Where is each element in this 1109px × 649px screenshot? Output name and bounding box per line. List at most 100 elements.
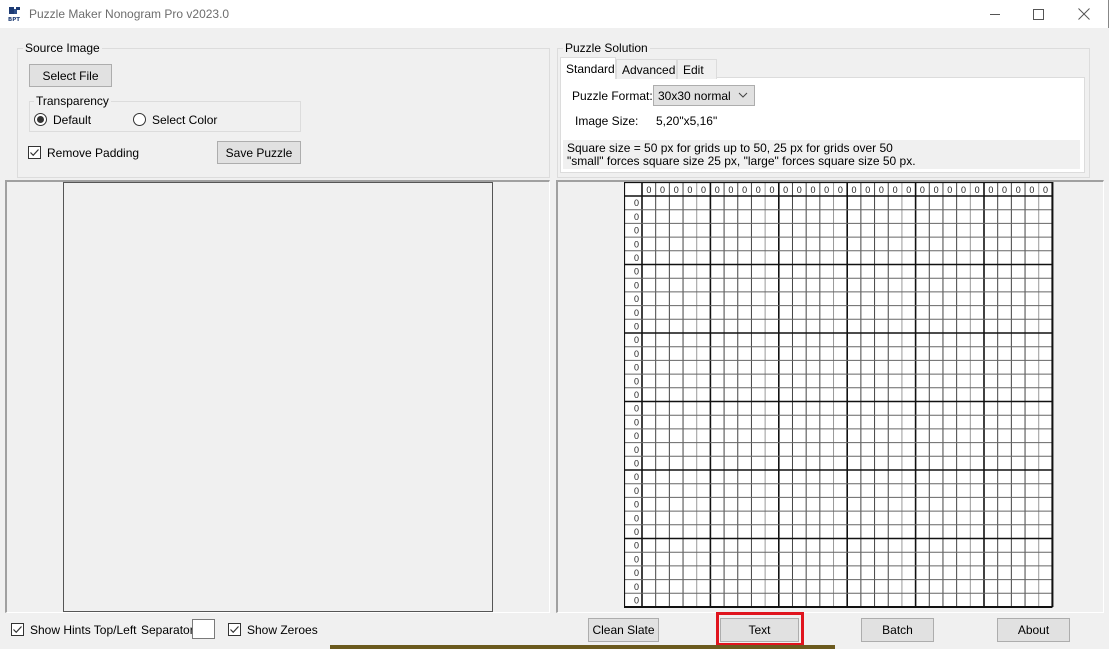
grid-cell[interactable]	[860, 319, 875, 333]
grid-cell[interactable]	[847, 428, 861, 443]
grid-cell[interactable]	[956, 305, 971, 320]
grid-cell[interactable]	[778, 387, 793, 402]
grid-cell[interactable]	[874, 415, 889, 429]
grid-cell[interactable]	[751, 401, 766, 416]
grid-cell[interactable]	[710, 524, 725, 539]
grid-cell[interactable]	[860, 593, 875, 607]
grid-cell[interactable]	[984, 346, 998, 361]
grid-cell[interactable]	[942, 209, 957, 224]
grid-cell[interactable]	[901, 196, 916, 210]
grid-cell[interactable]	[929, 470, 943, 484]
grid-cell[interactable]	[847, 387, 861, 402]
grid-cell[interactable]	[997, 387, 1012, 402]
grid-cell[interactable]	[819, 264, 834, 279]
grid-cell[interactable]	[710, 593, 725, 607]
grid-cell[interactable]	[1038, 209, 1053, 224]
grid-cell[interactable]	[778, 593, 793, 607]
grid-cell[interactable]	[696, 278, 711, 292]
grid-cell[interactable]	[1011, 387, 1026, 402]
grid-cell[interactable]	[984, 415, 998, 429]
grid-cell[interactable]	[765, 237, 779, 251]
grid-cell[interactable]	[997, 196, 1012, 210]
grid-cell[interactable]	[1025, 470, 1039, 484]
grid-cell[interactable]	[901, 593, 916, 607]
grid-cell[interactable]	[669, 579, 684, 594]
grid-cell[interactable]	[642, 415, 656, 429]
grid-cell[interactable]	[833, 552, 848, 566]
grid-cell[interactable]	[984, 333, 998, 347]
grid-cell[interactable]	[696, 387, 711, 402]
grid-cell[interactable]	[710, 291, 725, 306]
grid-cell[interactable]	[915, 497, 930, 512]
grid-cell[interactable]	[860, 470, 875, 484]
grid-cell[interactable]	[956, 415, 971, 429]
grid-cell[interactable]	[655, 387, 670, 402]
grid-cell[interactable]	[970, 401, 984, 416]
grid-cell[interactable]	[847, 593, 861, 607]
grid-cell[interactable]	[819, 333, 834, 347]
grid-cell[interactable]	[819, 470, 834, 484]
grid-cell[interactable]	[1011, 456, 1026, 470]
grid-cell[interactable]	[942, 387, 957, 402]
grid-cell[interactable]	[642, 209, 656, 224]
grid-cell[interactable]	[642, 264, 656, 279]
grid-cell[interactable]	[669, 552, 684, 566]
grid-cell[interactable]	[929, 538, 943, 553]
grid-cell[interactable]	[642, 524, 656, 539]
grid-cell[interactable]	[1025, 456, 1039, 470]
grid-cell[interactable]	[655, 552, 670, 566]
grid-cell[interactable]	[683, 497, 697, 512]
grid-cell[interactable]	[819, 196, 834, 210]
grid-cell[interactable]	[655, 511, 670, 525]
grid-cell[interactable]	[765, 374, 779, 388]
grid-cell[interactable]	[874, 538, 889, 553]
grid-cell[interactable]	[655, 291, 670, 306]
grid-cell[interactable]	[860, 333, 875, 347]
grid-cell[interactable]	[737, 428, 752, 443]
grid-cell[interactable]	[710, 428, 725, 443]
grid-cell[interactable]	[929, 428, 943, 443]
grid-cell[interactable]	[888, 579, 902, 594]
grid-cell[interactable]	[778, 223, 793, 238]
grid-cell[interactable]	[1025, 524, 1039, 539]
grid-cell[interactable]	[942, 250, 957, 265]
grid-cell[interactable]	[710, 305, 725, 320]
grid-cell[interactable]	[819, 511, 834, 525]
grid-cell[interactable]	[997, 250, 1012, 265]
grid-cell[interactable]	[929, 196, 943, 210]
grid-cell[interactable]	[874, 209, 889, 224]
grid-cell[interactable]	[778, 565, 793, 580]
grid-cell[interactable]	[683, 470, 697, 484]
grid-cell[interactable]	[1011, 428, 1026, 443]
grid-cell[interactable]	[942, 264, 957, 279]
grid-cell[interactable]	[1011, 291, 1026, 306]
grid-cell[interactable]	[669, 401, 684, 416]
grid-cell[interactable]	[970, 319, 984, 333]
grid-cell[interactable]	[737, 333, 752, 347]
grid-cell[interactable]	[888, 415, 902, 429]
grid-cell[interactable]	[778, 305, 793, 320]
grid-cell[interactable]	[642, 470, 656, 484]
grid-cell[interactable]	[778, 360, 793, 375]
grid-cell[interactable]	[833, 387, 848, 402]
grid-cell[interactable]	[970, 209, 984, 224]
grid-cell[interactable]	[642, 223, 656, 238]
grid-cell[interactable]	[778, 415, 793, 429]
grid-cell[interactable]	[642, 291, 656, 306]
grid-cell[interactable]	[929, 237, 943, 251]
grid-cell[interactable]	[737, 319, 752, 333]
grid-cell[interactable]	[860, 387, 875, 402]
grid-cell[interactable]	[901, 456, 916, 470]
grid-cell[interactable]	[710, 278, 725, 292]
grid-cell[interactable]	[860, 442, 875, 457]
grid-cell[interactable]	[942, 497, 957, 512]
grid-cell[interactable]	[847, 346, 861, 361]
grid-cell[interactable]	[778, 511, 793, 525]
grid-cell[interactable]	[737, 442, 752, 457]
grid-cell[interactable]	[655, 565, 670, 580]
grid-cell[interactable]	[724, 360, 738, 375]
grid-cell[interactable]	[847, 497, 861, 512]
grid-cell[interactable]	[1038, 333, 1053, 347]
grid-cell[interactable]	[724, 196, 738, 210]
grid-cell[interactable]	[683, 428, 697, 443]
